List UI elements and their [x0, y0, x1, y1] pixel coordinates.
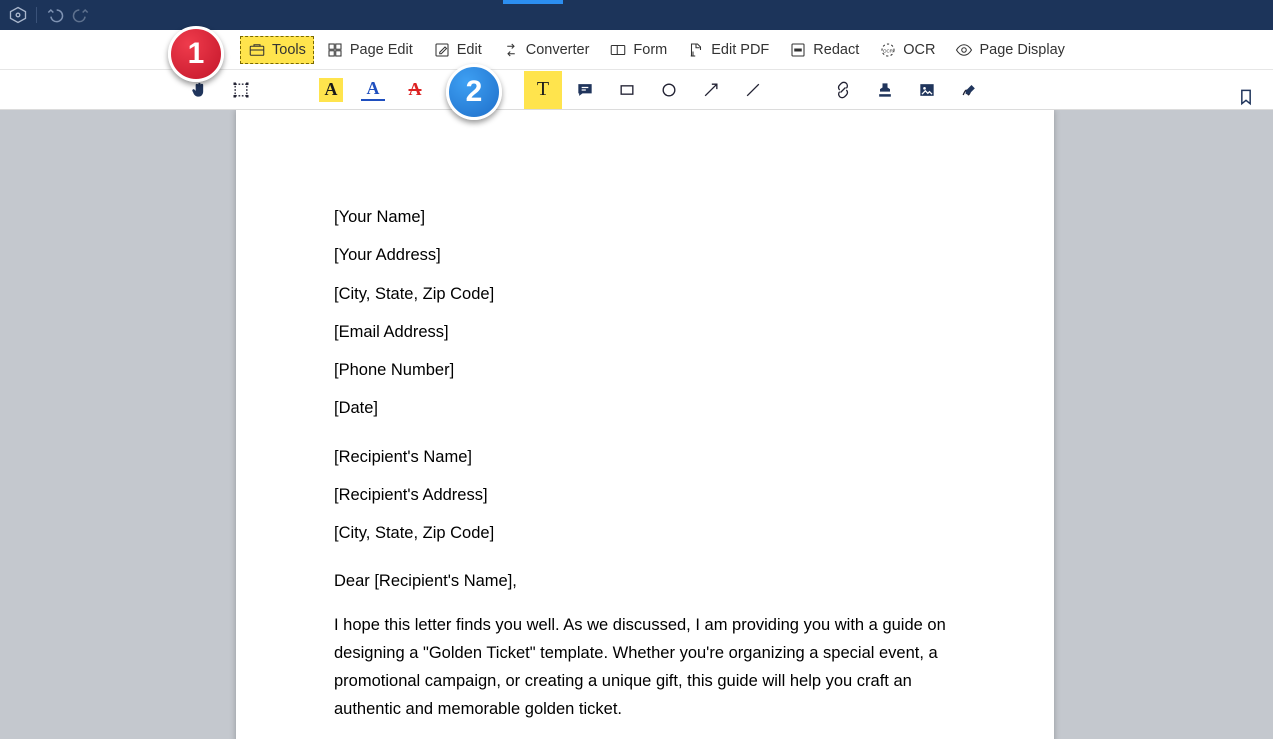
titlebar-divider: [36, 7, 37, 23]
stamp-tool-button[interactable]: [866, 71, 904, 109]
tab-redact-label: Redact: [813, 42, 859, 58]
tab-tools[interactable]: Tools: [240, 36, 314, 64]
redo-icon[interactable]: [71, 5, 91, 25]
document-viewport[interactable]: [Your Name] [Your Address] [City, State,…: [0, 110, 1273, 739]
recipient-address: [Recipient's Address]: [334, 484, 956, 506]
recipient-city: [City, State, Zip Code]: [334, 522, 956, 544]
rectangle-tool-button[interactable]: [608, 71, 646, 109]
select-tool-button[interactable]: [222, 71, 260, 109]
callout-badge-1: 1: [168, 26, 224, 82]
highlight-text-button[interactable]: A: [312, 71, 350, 109]
sender-date: [Date]: [334, 397, 956, 419]
tab-edit[interactable]: Edit: [425, 36, 490, 64]
tab-edit-label: Edit: [457, 42, 482, 58]
tab-ocr[interactable]: OCR OCR: [871, 36, 943, 64]
titlebar-active-tab-accent: [503, 0, 563, 4]
callout-badge-2: 2: [446, 64, 502, 120]
sender-city: [City, State, Zip Code]: [334, 283, 956, 305]
tab-redact[interactable]: Redact: [781, 36, 867, 64]
sender-address: [Your Address]: [334, 244, 956, 266]
tab-edit-pdf[interactable]: Edit PDF: [679, 36, 777, 64]
tab-converter[interactable]: Converter: [494, 36, 598, 64]
tab-page-edit-label: Page Edit: [350, 42, 413, 58]
ellipse-tool-button[interactable]: [650, 71, 688, 109]
tab-form[interactable]: Form: [601, 36, 675, 64]
tab-form-label: Form: [633, 42, 667, 58]
recipient-name: [Recipient's Name]: [334, 446, 956, 468]
svg-text:OCR: OCR: [883, 48, 894, 53]
image-tool-button[interactable]: [908, 71, 946, 109]
line-tool-button[interactable]: [734, 71, 772, 109]
body-paragraph-1: I hope this letter finds you well. As we…: [334, 611, 956, 723]
tab-converter-label: Converter: [526, 42, 590, 58]
undo-icon[interactable]: [45, 5, 65, 25]
salutation: Dear [Recipient's Name],: [334, 570, 956, 592]
underline-icon: A: [361, 79, 385, 101]
link-tool-button[interactable]: [824, 71, 862, 109]
strikethrough-icon: A: [403, 78, 427, 102]
typewriter-icon: T: [531, 78, 555, 102]
sender-email: [Email Address]: [334, 321, 956, 343]
sender-phone: [Phone Number]: [334, 359, 956, 381]
tab-tools-label: Tools: [272, 42, 306, 58]
note-comment-button[interactable]: [566, 71, 604, 109]
pdf-page[interactable]: [Your Name] [Your Address] [City, State,…: [236, 110, 1054, 739]
underline-text-button[interactable]: A: [354, 71, 392, 109]
tab-ocr-label: OCR: [903, 42, 935, 58]
highlight-icon: A: [319, 78, 343, 102]
typewriter-tool-button[interactable]: T: [524, 71, 562, 109]
tab-page-edit[interactable]: Page Edit: [318, 36, 421, 64]
tab-page-display-label: Page Display: [979, 42, 1064, 58]
tab-page-display[interactable]: Page Display: [947, 36, 1072, 64]
arrow-tool-button[interactable]: [692, 71, 730, 109]
strikethrough-text-button[interactable]: A: [396, 71, 434, 109]
tab-edit-pdf-label: Edit PDF: [711, 42, 769, 58]
sign-tool-button[interactable]: [950, 71, 988, 109]
sender-name: [Your Name]: [334, 206, 956, 228]
